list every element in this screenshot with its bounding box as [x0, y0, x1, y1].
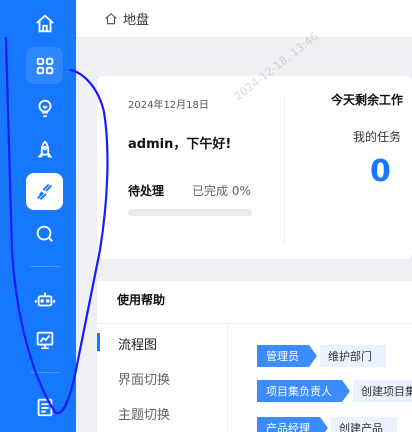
flow-role: 项目集负责人 [257, 380, 350, 402]
flow-row: 项目集负责人 创建项目集 [257, 380, 412, 402]
help-section: 使用帮助 流程图 界面切换 主题切换 管理员 维护部门 项目集负责人 创建项目集… [97, 281, 412, 432]
search-icon [36, 225, 53, 242]
home-icon [35, 14, 54, 32]
nav-sprint[interactable] [26, 173, 63, 210]
sidebar-divider [30, 266, 60, 267]
my-tasks-count[interactable]: 0 [370, 154, 391, 189]
nav-home[interactable] [26, 5, 63, 42]
help-menu-flowchart[interactable]: 流程图 [118, 334, 157, 353]
flow-role: 管理员 [257, 345, 317, 367]
flow-row: 管理员 维护部门 [257, 345, 386, 367]
pending-label[interactable]: 待处理 [128, 182, 164, 199]
rocket-icon [37, 139, 52, 157]
progress-bar [128, 209, 252, 216]
flow-action: 维护部门 [320, 345, 386, 367]
flow-action: 创建产品 [331, 417, 397, 432]
chart-board-icon [36, 331, 53, 349]
breadcrumb[interactable]: 地盘 [123, 9, 149, 28]
nav-launch[interactable] [26, 131, 63, 168]
nav-board[interactable] [26, 321, 63, 358]
sidebar [0, 0, 76, 432]
flow-row: 产品经理 创建产品 [257, 417, 397, 432]
run-icon [36, 183, 52, 200]
nav-search[interactable] [26, 215, 63, 252]
document-icon [37, 398, 52, 416]
help-divider [97, 323, 412, 324]
nav-dashboard[interactable] [26, 47, 63, 84]
help-vertical-divider [227, 323, 228, 432]
nav-ideas[interactable] [26, 89, 63, 126]
my-tasks-label: 我的任务 [353, 130, 402, 144]
help-menu-switch-theme[interactable]: 主题切换 [118, 404, 170, 423]
active-menu-marker [97, 333, 100, 351]
welcome-card: 2024年12月18日 admin，下午好! 待处理 已完成 0% 今天剩余工作… [97, 76, 412, 259]
flow-action: 创建项目集 [353, 380, 412, 402]
current-date: 2024年12月18日 [128, 100, 209, 111]
top-header: 地盘 [76, 0, 412, 38]
done-label: 已完成 0% [192, 184, 251, 198]
today-remaining-title: 今天剩余工作 [331, 93, 404, 107]
help-title: 使用帮助 [117, 293, 166, 307]
nav-ai[interactable] [26, 281, 63, 318]
flow-role: 产品经理 [257, 417, 328, 432]
lightbulb-icon [38, 99, 51, 117]
card-divider [284, 94, 285, 244]
nav-docs[interactable] [26, 388, 63, 425]
greeting: admin，下午好! [128, 137, 232, 152]
home-icon [105, 12, 117, 24]
grid-icon [36, 57, 53, 74]
robot-icon [34, 292, 55, 306]
sidebar-divider [30, 372, 60, 373]
help-menu-switch-ui[interactable]: 界面切换 [118, 369, 170, 388]
